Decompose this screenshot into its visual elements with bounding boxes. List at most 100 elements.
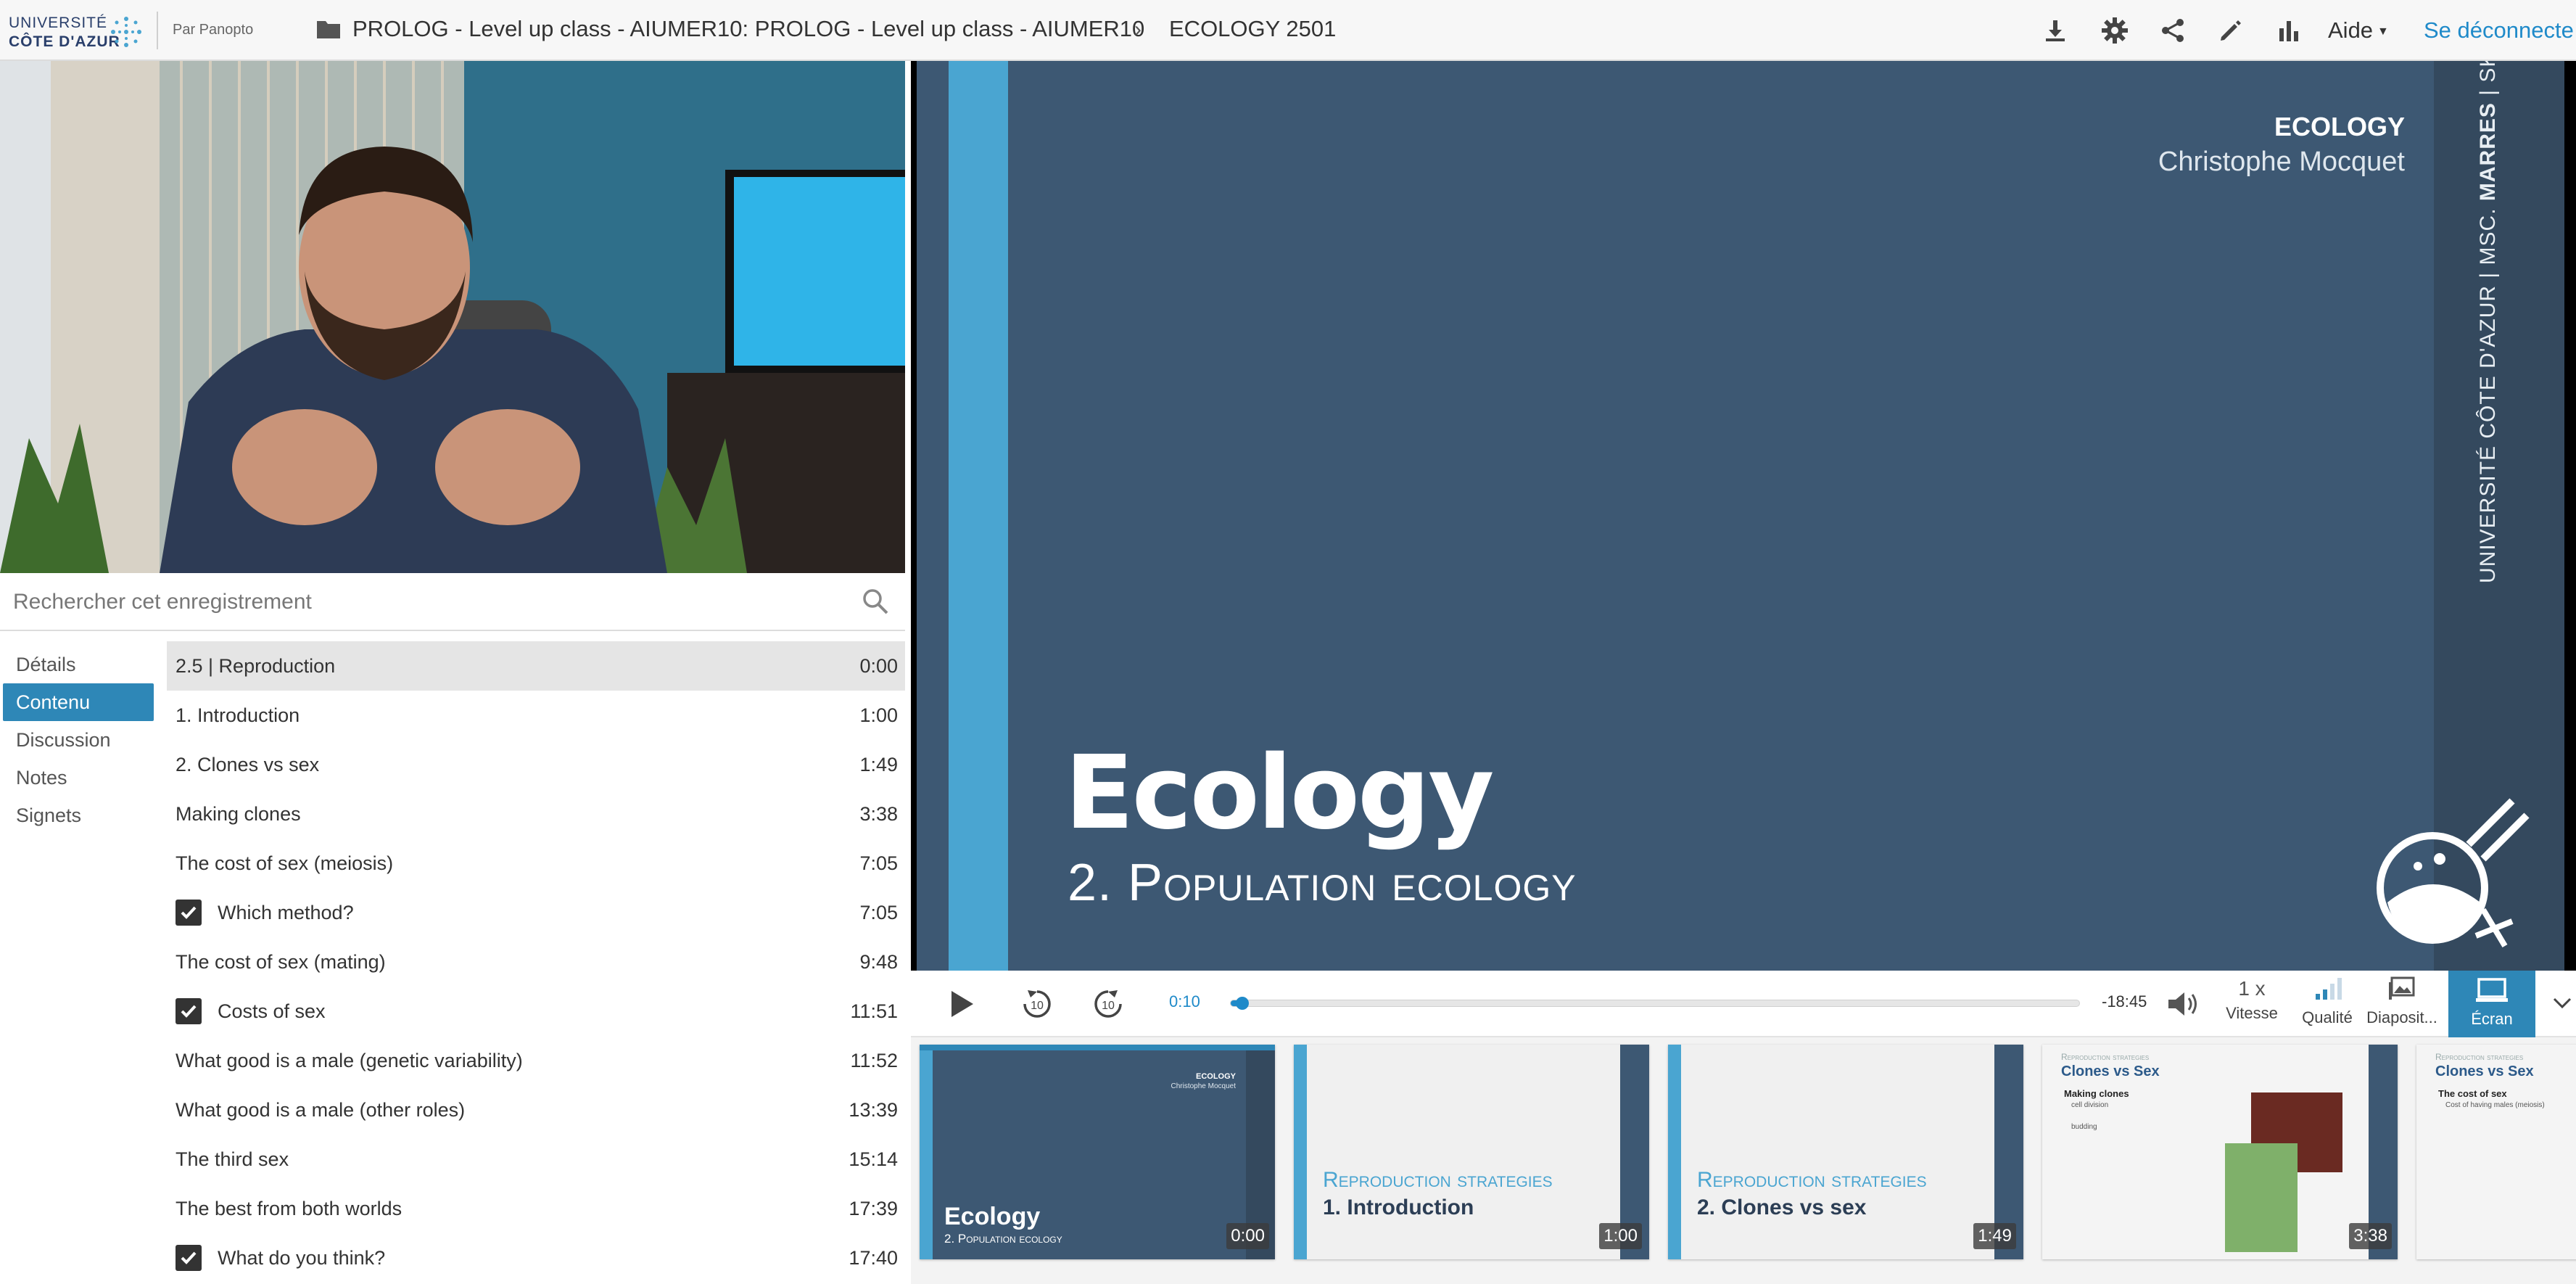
svg-text:10: 10 xyxy=(1102,1000,1115,1012)
remaining-time: -18:45 xyxy=(2102,992,2147,1011)
thumb-bullet: The cost of sex xyxy=(2438,1088,2507,1099)
screen-button[interactable]: Écran xyxy=(2448,971,2535,1037)
list-item[interactable]: 2. Clones vs sex 1:49 xyxy=(167,740,905,789)
caret-down-icon: ▼ xyxy=(2377,25,2389,38)
list-item[interactable]: Making clones 3:38 xyxy=(167,789,905,839)
list-item[interactable]: What good is a male (other roles) 13:39 xyxy=(167,1085,905,1135)
item-title: What do you think? xyxy=(218,1246,386,1269)
thumb-accent xyxy=(920,1050,933,1259)
help-menu[interactable]: Aide ▼ xyxy=(2328,17,2389,44)
item-title: The cost of sex (meiosis) xyxy=(176,852,394,874)
folder-icon xyxy=(316,19,341,43)
presenter-video-frame xyxy=(0,61,905,573)
share-icon[interactable] xyxy=(2157,15,2189,46)
slide-thumbnail[interactable]: Reproduction strategies 1. Introduction … xyxy=(1294,1045,1649,1259)
tab-notes[interactable]: Notes xyxy=(0,759,157,797)
thumb-kicker: Reproduction strategies xyxy=(2061,1052,2150,1062)
download-icon[interactable] xyxy=(2039,15,2071,46)
thumb-kicker: Reproduction strategies xyxy=(1323,1168,1553,1192)
slide-thumbnail[interactable]: ECOLOGY Christophe Mocquet Ecology 2. Po… xyxy=(920,1045,1275,1259)
tab-discussion[interactable]: Discussion xyxy=(0,721,157,759)
svg-text:10: 10 xyxy=(1031,1000,1044,1012)
play-icon[interactable] xyxy=(946,988,978,1020)
quiz-list-item[interactable]: Costs of sex 11:51 xyxy=(167,987,905,1036)
item-title: 2. Clones vs sex xyxy=(176,753,320,775)
side-tabs: Détails Contenu Discussion Notes Signets xyxy=(0,646,157,834)
item-title: Costs of sex xyxy=(218,1000,326,1022)
flask-emblem-icon xyxy=(2377,798,2530,948)
monitor-icon xyxy=(2476,978,2508,1002)
thumb-kicker: Reproduction strategies xyxy=(1697,1168,1927,1192)
item-time: 13:39 xyxy=(849,1098,898,1121)
item-time: 17:39 xyxy=(849,1197,898,1219)
contents-list: 2.5 | Reproduction 0:00 1. Introduction 1:… xyxy=(167,641,905,1283)
search-input[interactable] xyxy=(13,586,847,618)
thumb-time: 1:00 xyxy=(1599,1223,1642,1249)
item-time: 17:40 xyxy=(849,1246,898,1269)
thumb-title: Clones vs Sex xyxy=(2061,1063,2160,1079)
quiz-checkbox-icon xyxy=(176,1245,202,1271)
volume-icon[interactable] xyxy=(2166,987,2202,1021)
thumb-bullet: budding xyxy=(2071,1123,2097,1131)
top-bar: UNIVERSITÉ CÔTE D'AZUR Par Panopto PROLO… xyxy=(0,0,2576,61)
slide-thumbnail[interactable]: Reproduction strategies Clones vs Sex Ma… xyxy=(2042,1045,2398,1259)
list-item[interactable]: The cost of sex (mating) 9:48 xyxy=(167,937,905,987)
speed-button[interactable]: 1 x Vitesse xyxy=(2219,976,2284,1032)
list-item[interactable]: 2.5 | Reproduction 0:00 xyxy=(167,641,905,691)
thumb-course: ECOLOGY xyxy=(1195,1072,1236,1081)
list-item[interactable]: The third sex 15:14 xyxy=(167,1135,905,1184)
thumb-bullet: Making clones xyxy=(2064,1088,2129,1099)
list-item[interactable]: The best from both worlds 17:39 xyxy=(167,1184,905,1233)
header-divider xyxy=(157,12,158,49)
quality-button[interactable]: Qualité xyxy=(2295,976,2360,1032)
stats-chart-icon[interactable] xyxy=(2273,15,2305,46)
breadcrumb-folder[interactable]: PROLOG - Level up class - AIUMER10: PROL… xyxy=(352,16,1144,42)
item-title: The best from both worlds xyxy=(176,1197,402,1219)
slides-label: Diaposit... xyxy=(2366,1008,2437,1026)
settings-gear-icon[interactable] xyxy=(2099,15,2131,46)
logout-link[interactable]: Se déconnecte xyxy=(2424,17,2574,44)
forward-10-icon[interactable]: 10 xyxy=(1091,987,1126,1021)
item-time: 0:00 xyxy=(859,654,898,677)
quiz-list-item[interactable]: What do you think? 17:40 xyxy=(167,1233,905,1283)
quiz-checkbox-icon xyxy=(176,900,202,926)
tab-contents[interactable]: Contenu xyxy=(3,683,154,721)
thumb-time: 3:38 xyxy=(2349,1223,2392,1249)
slide-view[interactable]: ECOLOGY Christophe Mocquet Ecology 2. Po… xyxy=(917,61,2564,971)
chevron-down-icon[interactable] xyxy=(2551,992,2573,1018)
item-title: 2.5 | Reproduction xyxy=(176,654,336,677)
quiz-list-item[interactable]: Which method? 7:05 xyxy=(167,888,905,937)
thumb-accent xyxy=(1668,1045,1681,1259)
progress-bar[interactable] xyxy=(1230,997,2080,1010)
vertical-part-a: UNIVERSITÉ CÔTE D'AZUR | MSC. xyxy=(2476,201,2500,583)
edit-pencil-icon[interactable] xyxy=(2215,15,2247,46)
tab-bookmarks[interactable]: Signets xyxy=(0,797,157,834)
item-time: 11:51 xyxy=(850,1000,898,1022)
list-item[interactable]: 1. Introduction 1:00 xyxy=(167,691,905,740)
speed-label: Vitesse xyxy=(2226,1004,2278,1022)
screen-label: Écran xyxy=(2471,1010,2513,1028)
progress-handle[interactable] xyxy=(1235,997,1249,1010)
current-time: 0:10 xyxy=(1169,992,1200,1011)
vertical-part-b: MARRES xyxy=(2476,102,2500,202)
item-title: 1. Introduction xyxy=(176,704,300,726)
search-icon[interactable] xyxy=(862,588,889,619)
tab-details[interactable]: Détails xyxy=(0,646,157,683)
thumb-time: 1:49 xyxy=(1973,1223,2016,1249)
speed-value: 1 x xyxy=(2238,977,2266,1000)
slide-thumbnail[interactable]: Reproduction strategies 2. Clones vs sex… xyxy=(1668,1045,2023,1259)
item-time: 9:48 xyxy=(859,950,898,973)
slides-button[interactable]: Diaposit... xyxy=(2364,976,2440,1032)
quiz-checkbox-icon xyxy=(176,998,202,1024)
item-time: 7:05 xyxy=(859,852,898,874)
thumb-photo xyxy=(2225,1143,2298,1252)
list-item[interactable]: What good is a male (genetic variability… xyxy=(167,1036,905,1085)
thumb-title: 1. Introduction xyxy=(1323,1195,1474,1219)
slide-thumbnail[interactable]: Reproduction strategies Clones vs Sex Th… xyxy=(2416,1045,2576,1259)
university-logo[interactable]: UNIVERSITÉ CÔTE D'AZUR xyxy=(9,10,146,51)
university-logo-icon xyxy=(111,17,141,47)
rewind-10-icon[interactable]: 10 xyxy=(1020,987,1054,1021)
item-title: The third sex xyxy=(176,1148,289,1170)
list-item[interactable]: The cost of sex (meiosis) 7:05 xyxy=(167,839,905,888)
webcam-video[interactable] xyxy=(0,61,905,573)
